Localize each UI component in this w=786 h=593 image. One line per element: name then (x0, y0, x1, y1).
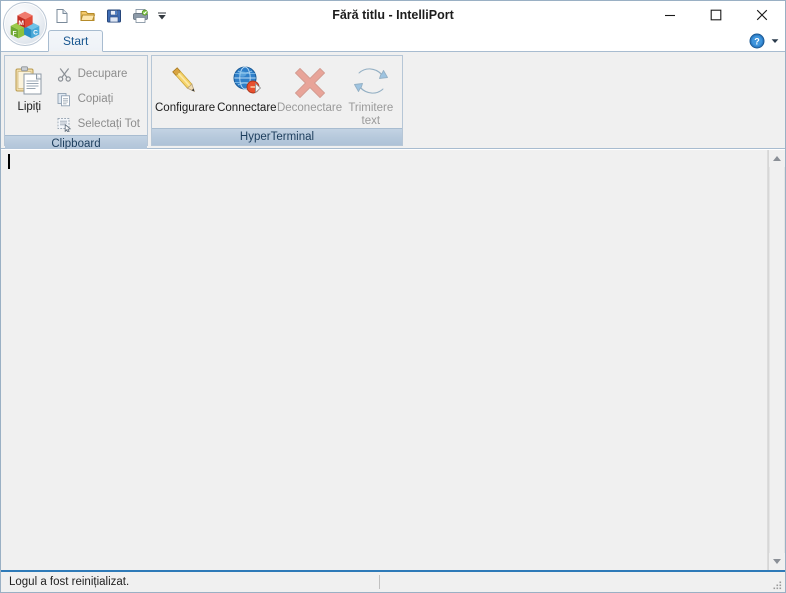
send-text-arrows-icon (353, 63, 389, 99)
ribbon-group-hyperterminal: Configurare (151, 55, 403, 146)
copy-button[interactable]: Copiați (52, 88, 145, 110)
send-text-label-line2: text (362, 115, 381, 127)
svg-text:?: ? (754, 37, 760, 47)
scroll-down-button[interactable] (769, 553, 785, 570)
send-text-button[interactable]: Trimitere text (342, 59, 400, 128)
close-button[interactable] (739, 1, 785, 29)
caret-down-glyph (157, 11, 167, 21)
copy-pages-icon (57, 91, 73, 107)
paste-button-label: Lipiți (17, 101, 41, 113)
minimize-button[interactable] (647, 1, 693, 29)
select-all-button[interactable]: Selectați Tot (52, 113, 145, 135)
app-orb-cubes-icon: F C M (4, 3, 46, 45)
open-folder-glyph (80, 8, 97, 24)
text-caret (8, 154, 10, 169)
arrow-up-icon (773, 156, 781, 161)
maximize-icon (710, 9, 722, 21)
close-icon (756, 9, 768, 21)
globe-plug-glyph (230, 64, 264, 98)
globe-connect-icon (229, 63, 265, 99)
hyperterminal-group-label: HyperTerminal (152, 128, 402, 145)
send-receive-arrows-glyph (354, 64, 388, 98)
arrow-down-icon (773, 559, 781, 564)
connect-button[interactable]: Connectare (216, 59, 277, 116)
red-x-glyph (293, 64, 327, 98)
copy-button-label: Copiați (78, 93, 114, 105)
svg-text:M: M (18, 20, 24, 27)
print-icon[interactable] (129, 5, 151, 27)
help-area: ? (747, 31, 781, 51)
customize-qat-caret-icon[interactable] (155, 6, 169, 26)
window-controls (647, 1, 785, 29)
send-text-label-line1: Trimitere (348, 102, 393, 114)
caret-down-glyph (771, 37, 779, 45)
scissors-glyph (57, 67, 72, 82)
terminal-output[interactable] (1, 150, 768, 570)
pencil-glyph (168, 64, 202, 98)
clipboard-small-buttons: Decupare Copiați (52, 59, 145, 135)
select-all-glyph (57, 117, 72, 132)
status-secondary (380, 572, 785, 592)
cut-button-label: Decupare (78, 68, 128, 80)
terminal-area (1, 149, 785, 570)
vertical-scrollbar[interactable] (768, 150, 785, 570)
paste-clipboard-glyph (13, 65, 45, 97)
configure-button[interactable]: Configurare (154, 59, 216, 116)
disconnect-button-label: Deconectare (277, 102, 342, 115)
print-glyph (132, 8, 149, 24)
new-file-icon[interactable] (51, 5, 73, 27)
pencil-configure-icon (167, 63, 203, 99)
help-dropdown-caret-icon[interactable] (769, 31, 781, 51)
tab-start-label: Start (63, 34, 88, 48)
connect-button-label: Connectare (217, 102, 276, 115)
copy-pages-glyph (57, 92, 72, 107)
minimize-icon (664, 9, 676, 21)
tab-start[interactable]: Start (48, 30, 103, 52)
cut-button[interactable]: Decupare (52, 63, 145, 85)
configure-button-label: Configurare (155, 102, 215, 115)
scrollbar-track[interactable] (769, 167, 785, 553)
maximize-button[interactable] (693, 1, 739, 29)
title-bar: F C M (1, 1, 785, 29)
save-disk-glyph (106, 8, 122, 24)
new-file-glyph (54, 8, 70, 24)
cut-scissors-icon (57, 66, 73, 82)
intelliport-logo[interactable]: F C M (3, 2, 47, 46)
application-window: F C M (0, 0, 786, 593)
open-folder-icon[interactable] (77, 5, 99, 27)
select-all-icon (57, 116, 73, 132)
select-all-button-label: Selectați Tot (78, 118, 140, 130)
help-button[interactable]: ? (747, 31, 767, 51)
resize-grip[interactable] (771, 579, 783, 591)
paste-clipboard-icon (12, 64, 46, 98)
ribbon-tab-strip: Start ? (1, 29, 785, 52)
quick-access-toolbar (51, 5, 169, 27)
save-disk-icon[interactable] (103, 5, 125, 27)
send-text-button-label: Trimitere text (348, 102, 393, 127)
ribbon-group-clipboard: Lipiți Decupare (4, 55, 148, 146)
paste-button[interactable]: Lipiți (7, 59, 52, 114)
status-bar: Logul a fost reinițializat. (1, 570, 785, 592)
hyperterminal-group-body: Configurare (152, 56, 402, 128)
svg-text:F: F (12, 30, 16, 37)
scroll-up-button[interactable] (769, 150, 785, 167)
clipboard-group-body: Lipiți Decupare (5, 56, 147, 135)
disconnect-button[interactable]: Deconectare (278, 59, 342, 116)
status-message: Logul a fost reinițializat. (1, 572, 379, 592)
ribbon: Lipiți Decupare (1, 52, 785, 149)
red-x-disconnect-icon (292, 63, 328, 99)
svg-text:C: C (33, 30, 38, 37)
help-question-icon: ? (749, 33, 765, 49)
